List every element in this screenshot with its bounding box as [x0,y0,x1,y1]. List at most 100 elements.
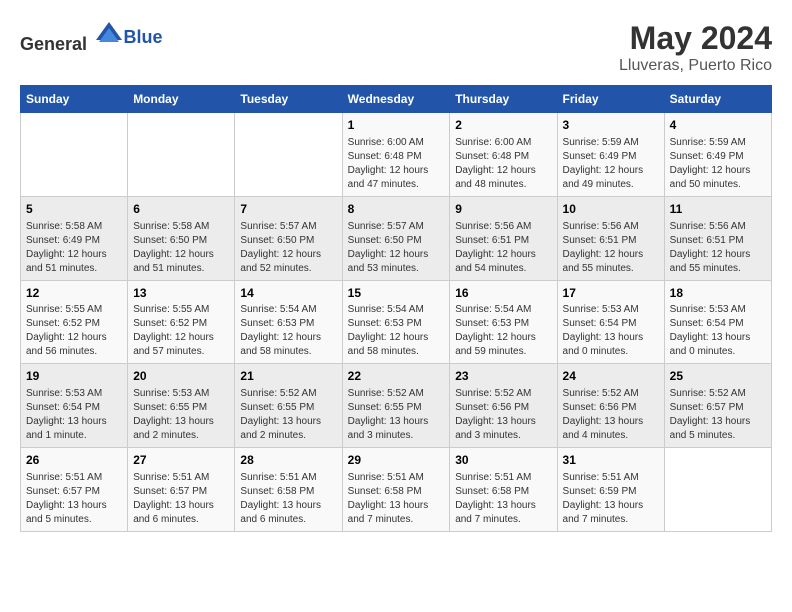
day-number: 17 [563,285,659,302]
calendar-cell: 16Sunrise: 5:54 AM Sunset: 6:53 PM Dayli… [450,280,557,364]
logo: General Blue [20,20,163,55]
day-info: Sunrise: 5:54 AM Sunset: 6:53 PM Dayligh… [240,303,336,359]
day-number: 21 [240,368,336,385]
day-info: Sunrise: 5:51 AM Sunset: 6:59 PM Dayligh… [563,471,659,527]
day-info: Sunrise: 5:53 AM Sunset: 6:54 PM Dayligh… [26,387,122,443]
calendar-cell: 11 Sunrise: 5:56 AM Sunset: 6:51 PM Dayli… [664,196,771,280]
day-number: 25 [670,368,766,385]
calendar-cell: 8 Sunrise: 5:57 AM Sunset: 6:50 PM Daylig… [342,196,450,280]
day-info: Sunrise: 6:00 AM Sunset: 6:48 PM Dayligh… [348,136,445,192]
day-info: Sunrise: 5:54 AM Sunset: 6:53 PM Dayligh… [348,303,445,359]
day-number: 15 [348,285,445,302]
day-info: Sunrise: 5:51 AM Sunset: 6:58 PM Dayligh… [455,471,551,527]
calendar-week-2: 5Sunrise: 5:58 AM Sunset: 6:49 PM Daylig… [21,196,772,280]
calendar-cell: 13Sunrise: 5:55 AM Sunset: 6:52 PM Dayli… [128,280,235,364]
title-area: May 2024 Lluveras, Puerto Rico [619,20,772,75]
calendar-cell: 23 Sunrise: 5:52 AM Sunset: 6:56 PM Dayli… [450,364,557,448]
day-number: 13 [133,285,229,302]
calendar-cell: 4Sunrise: 5:59 AM Sunset: 6:49 PM Daylig… [664,113,771,197]
day-info: Sunrise: 5:53 AM Sunset: 6:54 PM Dayligh… [670,303,766,359]
calendar-cell: 28 Sunrise: 5:51 AM Sunset: 6:58 PM Dayli… [235,448,342,532]
calendar-cell [664,448,771,532]
logo-icon [94,20,124,50]
day-number: 9 [455,201,551,218]
day-info: Sunrise: 5:59 AM Sunset: 6:49 PM Dayligh… [670,136,766,192]
calendar-cell: 20Sunrise: 5:53 AM Sunset: 6:55 PM Dayli… [128,364,235,448]
day-number: 3 [563,117,659,134]
calendar-cell: 19Sunrise: 5:53 AM Sunset: 6:54 PM Dayli… [21,364,128,448]
weekday-header-tuesday: Tuesday [235,86,342,113]
day-info: Sunrise: 5:52 AM Sunset: 6:56 PM Dayligh… [563,387,659,443]
calendar-cell: 24 Sunrise: 5:52 AM Sunset: 6:56 PM Dayli… [557,364,664,448]
day-info: Sunrise: 5:55 AM Sunset: 6:52 PM Dayligh… [26,303,122,359]
day-info: Sunrise: 5:59 AM Sunset: 6:49 PM Dayligh… [563,136,659,192]
day-info: Sunrise: 5:56 AM Sunset: 6:51 PM Dayligh… [670,220,766,276]
day-number: 29 [348,452,445,469]
day-number: 22 [348,368,445,385]
day-number: 24 [563,368,659,385]
day-number: 30 [455,452,551,469]
day-info: Sunrise: 5:53 AM Sunset: 6:54 PM Dayligh… [563,303,659,359]
calendar-subtitle: Lluveras, Puerto Rico [619,57,772,75]
calendar-cell: 22 Sunrise: 5:52 AM Sunset: 6:55 PM Dayli… [342,364,450,448]
day-number: 1 [348,117,445,134]
logo-blue: Blue [124,27,163,48]
day-info: Sunrise: 5:58 AM Sunset: 6:50 PM Dayligh… [133,220,229,276]
calendar-cell [21,113,128,197]
calendar-cell: 2Sunrise: 6:00 AM Sunset: 6:48 PM Daylig… [450,113,557,197]
calendar-cell: 27Sunrise: 5:51 AM Sunset: 6:57 PM Dayli… [128,448,235,532]
day-info: Sunrise: 5:52 AM Sunset: 6:55 PM Dayligh… [240,387,336,443]
day-info: Sunrise: 5:55 AM Sunset: 6:52 PM Dayligh… [133,303,229,359]
weekday-header-wednesday: Wednesday [342,86,450,113]
calendar-cell: 9 Sunrise: 5:56 AM Sunset: 6:51 PM Daylig… [450,196,557,280]
day-number: 12 [26,285,122,302]
weekday-header-saturday: Saturday [664,86,771,113]
day-info: Sunrise: 6:00 AM Sunset: 6:48 PM Dayligh… [455,136,551,192]
calendar-cell: 3 Sunrise: 5:59 AM Sunset: 6:49 PM Daylig… [557,113,664,197]
day-number: 23 [455,368,551,385]
day-number: 27 [133,452,229,469]
day-info: Sunrise: 5:57 AM Sunset: 6:50 PM Dayligh… [348,220,445,276]
calendar-body: 1 Sunrise: 6:00 AM Sunset: 6:48 PM Daylig… [21,113,772,532]
day-info: Sunrise: 5:56 AM Sunset: 6:51 PM Dayligh… [455,220,551,276]
calendar-cell: 12Sunrise: 5:55 AM Sunset: 6:52 PM Dayli… [21,280,128,364]
weekday-header-sunday: Sunday [21,86,128,113]
calendar-cell: 21 Sunrise: 5:52 AM Sunset: 6:55 PM Dayli… [235,364,342,448]
day-number: 11 [670,201,766,218]
weekday-row: SundayMondayTuesdayWednesdayThursdayFrid… [21,86,772,113]
day-info: Sunrise: 5:51 AM Sunset: 6:58 PM Dayligh… [240,471,336,527]
weekday-header-friday: Friday [557,86,664,113]
calendar-cell [128,113,235,197]
day-number: 26 [26,452,122,469]
day-info: Sunrise: 5:57 AM Sunset: 6:50 PM Dayligh… [240,220,336,276]
calendar-cell: 10Sunrise: 5:56 AM Sunset: 6:51 PM Dayli… [557,196,664,280]
weekday-header-thursday: Thursday [450,86,557,113]
calendar-cell: 7Sunrise: 5:57 AM Sunset: 6:50 PM Daylig… [235,196,342,280]
calendar-week-3: 12Sunrise: 5:55 AM Sunset: 6:52 PM Dayli… [21,280,772,364]
calendar-cell: 29Sunrise: 5:51 AM Sunset: 6:58 PM Dayli… [342,448,450,532]
calendar-cell: 18Sunrise: 5:53 AM Sunset: 6:54 PM Dayli… [664,280,771,364]
calendar-cell: 1 Sunrise: 6:00 AM Sunset: 6:48 PM Daylig… [342,113,450,197]
day-number: 8 [348,201,445,218]
calendar-cell: 17Sunrise: 5:53 AM Sunset: 6:54 PM Dayli… [557,280,664,364]
weekday-header-monday: Monday [128,86,235,113]
day-number: 20 [133,368,229,385]
day-info: Sunrise: 5:51 AM Sunset: 6:57 PM Dayligh… [26,471,122,527]
calendar-header: SundayMondayTuesdayWednesdayThursdayFrid… [21,86,772,113]
day-info: Sunrise: 5:58 AM Sunset: 6:49 PM Dayligh… [26,220,122,276]
day-info: Sunrise: 5:52 AM Sunset: 6:55 PM Dayligh… [348,387,445,443]
day-number: 16 [455,285,551,302]
day-info: Sunrise: 5:56 AM Sunset: 6:51 PM Dayligh… [563,220,659,276]
page-header: General Blue May 2024 Lluveras, Puerto R… [20,20,772,75]
calendar-cell [235,113,342,197]
calendar-title: May 2024 [619,20,772,57]
logo-general: General [20,34,87,54]
day-number: 31 [563,452,659,469]
day-info: Sunrise: 5:52 AM Sunset: 6:56 PM Dayligh… [455,387,551,443]
calendar-cell: 5Sunrise: 5:58 AM Sunset: 6:49 PM Daylig… [21,196,128,280]
calendar-cell: 26 Sunrise: 5:51 AM Sunset: 6:57 PM Dayli… [21,448,128,532]
calendar-cell: 6Sunrise: 5:58 AM Sunset: 6:50 PM Daylig… [128,196,235,280]
day-info: Sunrise: 5:54 AM Sunset: 6:53 PM Dayligh… [455,303,551,359]
day-number: 28 [240,452,336,469]
calendar-table: SundayMondayTuesdayWednesdayThursdayFrid… [20,85,772,532]
